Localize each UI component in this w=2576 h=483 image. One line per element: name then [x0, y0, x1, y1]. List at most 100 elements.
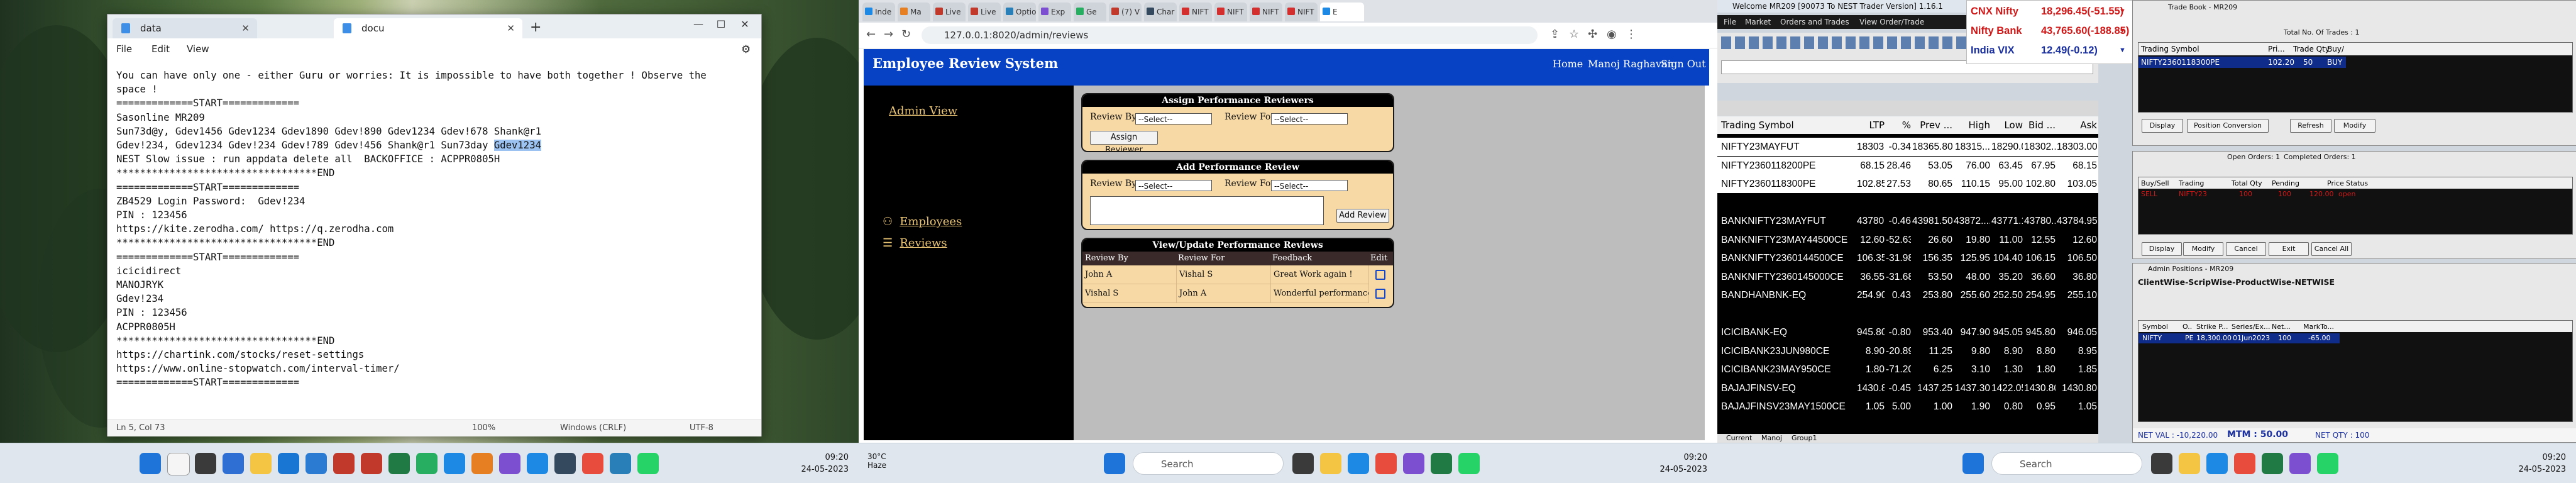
table-row[interactable]: BANKNIFTY23MAYFUT43780.10-0.4643981.5043… [1717, 212, 2098, 230]
reload-icon[interactable]: ↻ [901, 28, 911, 41]
table-row[interactable]: NIFTY PE 18,300.00 01Jun2023 100 -65.00 [2138, 333, 2340, 343]
close-tab-icon[interactable]: ✕ [507, 18, 515, 38]
cancel-button[interactable]: Cancel [2226, 242, 2266, 256]
col-high[interactable]: High [1954, 116, 1990, 134]
excel-icon[interactable] [1431, 453, 1452, 474]
sidebar-item-employees[interactable]: ⚇ Employees [883, 215, 962, 228]
col-trading-symbol[interactable]: Trading Symbol [1721, 116, 1854, 134]
col-prev-close[interactable]: Prev ... [1912, 116, 1952, 134]
tab-data[interactable]: data ✕ [113, 18, 257, 38]
profile-icon[interactable]: ◉ [1607, 28, 1617, 41]
app-icon[interactable] [416, 453, 438, 474]
address-bar[interactable]: 127.0.0.1:8020/admin/reviews [922, 26, 1538, 44]
edge-icon[interactable] [1348, 453, 1369, 474]
review-by-select[interactable]: --Select-- [1135, 113, 1212, 125]
browser-tab[interactable]: E [1320, 3, 1364, 21]
taskbar-search[interactable]: Search [1991, 452, 2142, 475]
widgets-icon[interactable] [223, 453, 244, 474]
notepad-text-area[interactable]: You can have only one - either Guru or w… [116, 69, 751, 413]
start-button-icon[interactable] [1962, 453, 1984, 474]
share-icon[interactable]: ⇪ [1550, 28, 1560, 41]
close-tab-icon[interactable]: ✕ [241, 18, 250, 38]
feedback-textarea[interactable] [1090, 196, 1324, 225]
table-row[interactable]: SELL NIFTY23 100 100 120.00 open [2138, 190, 2355, 200]
browser-tab[interactable]: NIFT [1214, 3, 1247, 21]
search-icon[interactable] [167, 453, 190, 475]
back-icon[interactable]: ← [866, 28, 876, 41]
browser-tab[interactable]: Optio [1003, 3, 1036, 21]
star-icon[interactable]: ☆ [1569, 28, 1579, 41]
extensions-icon[interactable]: ✣ [1588, 28, 1597, 41]
vscode-icon[interactable] [527, 453, 548, 474]
forward-icon[interactable]: → [884, 28, 893, 41]
clock[interactable]: 09:20 24-05-2023 [798, 452, 849, 475]
edit-icon[interactable] [1375, 270, 1385, 280]
browser-tab[interactable]: NIFT [1285, 3, 1318, 21]
chrome-icon[interactable] [582, 453, 603, 474]
settings-gear-icon[interactable]: ⚙ [741, 43, 751, 56]
table-row[interactable]: ICICIBANK23JUN980CE 8.90 -20.89 11.25 9.80 8.… [1717, 342, 2098, 360]
browser-tab[interactable]: (7) V [1109, 3, 1142, 21]
menu-view[interactable]: View [187, 43, 209, 55]
menu-file[interactable]: File [116, 43, 132, 55]
visual-studio-icon[interactable] [499, 453, 520, 474]
close-icon[interactable]: ✕ [732, 18, 757, 30]
assign-reviewer-button[interactable]: Assign Reviewer [1090, 131, 1158, 151]
review-for-select[interactable]: --Select-- [1271, 113, 1348, 125]
task-view-icon[interactable] [1292, 453, 1314, 474]
browser-tab[interactable]: Exp [1038, 3, 1071, 21]
new-tab-button[interactable]: + [530, 19, 541, 35]
table-row[interactable]: ICICIBANK23MAY950CE 1.80 -71.20 6.25 3.10 1.3… [1717, 360, 2098, 379]
store-icon[interactable] [305, 453, 327, 474]
menu-view-order-trade[interactable]: View Order/Trade [1859, 18, 1924, 26]
task-view-icon[interactable] [195, 453, 216, 474]
edge-icon[interactable] [2206, 453, 2228, 474]
browser-tab[interactable]: Ma [898, 3, 930, 21]
review-for-select[interactable]: --Select-- [1271, 180, 1348, 191]
table-row[interactable]: BANKNIFTY2360144500CE 106.35 -31.98 156.35 1… [1717, 249, 2098, 267]
add-review-button[interactable]: Add Review [1336, 209, 1389, 223]
chrome-icon[interactable] [2234, 453, 2255, 474]
table-row[interactable]: BANDHANBNK-EQ 254.90 0.43 253.80 255.60 252.5… [1717, 286, 2098, 304]
powerpoint-icon[interactable] [333, 453, 355, 474]
file-explorer-icon[interactable] [1320, 453, 1341, 474]
col-low[interactable]: Low [1991, 116, 2023, 134]
browser-tab[interactable]: NIFT [1179, 3, 1212, 21]
exit-button[interactable]: Exit [2269, 242, 2309, 256]
cancel-all-button[interactable]: Cancel All [2311, 242, 2352, 256]
maximize-icon[interactable]: ☐ [708, 18, 734, 30]
visual-studio-icon[interactable] [2289, 453, 2311, 474]
visual-studio-icon[interactable] [1403, 453, 1424, 474]
edit-icon[interactable] [1375, 289, 1385, 299]
mail-icon[interactable] [278, 453, 299, 474]
task-view-icon[interactable] [2151, 453, 2172, 474]
table-row[interactable]: BANKNIFTY23MAY44500CE 12.60 -52.63 26.60 19.… [1717, 231, 2098, 249]
tab-docu[interactable]: docu ✕ [334, 18, 522, 38]
col-ltp[interactable]: LTP [1857, 116, 1885, 134]
nav-home[interactable]: Home [1553, 58, 1583, 70]
admin-view-link[interactable]: Admin View [889, 104, 957, 118]
table-row[interactable]: BAJAJFINSV-EQ1430.80-0.451437.251437.301… [1717, 379, 2098, 397]
col-bid[interactable]: Bid ... [2024, 116, 2056, 134]
whatsapp-icon[interactable] [637, 453, 659, 474]
table-row[interactable]: BAJAJFINSV23MAY1500CE 1.05 5.00 1.00 1.90 0.8… [1717, 397, 2098, 416]
app-icon[interactable] [610, 453, 631, 474]
clock[interactable]: 09:20 24-05-2023 [2516, 452, 2566, 475]
whatsapp-icon[interactable] [1458, 453, 1480, 474]
table-row[interactable]: NIFTY2360118300PE 102.85 27.53 80.65 110.15 9… [1717, 175, 2098, 193]
menu-orders-trades[interactable]: Orders and Trades [1780, 18, 1849, 26]
display-button[interactable]: Display [2142, 242, 2182, 256]
firefox-icon[interactable] [471, 453, 493, 474]
table-row[interactable]: NIFTY2360118200PE 68.15 28.46 53.05 76.00 63.… [1717, 156, 2098, 175]
browser-tab[interactable]: Ge [1074, 3, 1106, 21]
excel-icon[interactable] [2262, 453, 2283, 474]
taskbar-search[interactable]: Search [1133, 452, 1284, 475]
review-by-select[interactable]: --Select-- [1135, 180, 1212, 191]
start-button-icon[interactable] [140, 453, 161, 474]
nav-sign-out[interactable]: Sign Out [1661, 58, 1706, 70]
whatsapp-icon[interactable] [2317, 453, 2338, 474]
table-row[interactable] [1717, 305, 2098, 323]
menu-market[interactable]: Market [1745, 18, 1771, 26]
sheet-tab-current[interactable]: Current [1726, 434, 1752, 442]
access-icon[interactable] [361, 453, 382, 474]
